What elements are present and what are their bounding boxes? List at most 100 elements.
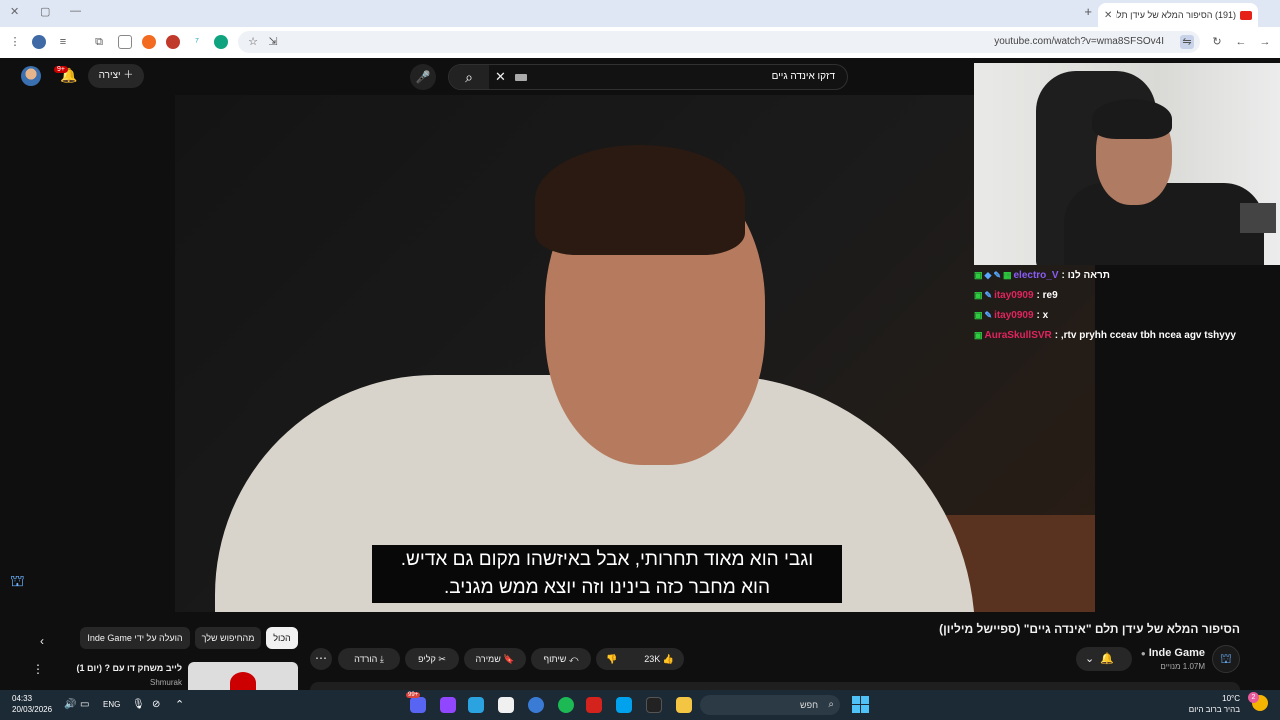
download-label: הורדה [354,654,378,664]
spotify-icon[interactable] [558,697,574,713]
new-tab-button[interactable]: + [1084,4,1092,19]
plus-icon: ＋ [123,70,134,81]
window-restore-icon[interactable]: ▢ [40,5,50,18]
search-box[interactable]: ⌕ ✕ דזקו אינדה גיים [448,64,848,90]
terminal-icon[interactable] [646,697,662,713]
avatar[interactable] [21,66,41,86]
chat-badge-icon: ▦ [1002,269,1012,280]
recommendation-thumbnail[interactable] [188,662,298,690]
channel-name[interactable]: ● Inde Game [1141,647,1205,659]
video-player[interactable]: וגבי הוא מאוד תחרותי, אבל באיזשהו מקום ג… [175,95,1095,612]
url-text[interactable]: youtube.com/watch?v=wma8SFSOv4I [994,36,1164,47]
like-button[interactable]: 👍 23K [644,648,674,670]
language-indicator[interactable]: ENG [103,700,120,709]
profile-icon[interactable] [32,35,46,49]
description-box[interactable] [310,682,1240,690]
bookmark-star-icon[interactable]: ☆ [246,35,260,49]
clip-button[interactable]: ✂ קליפ [405,648,459,670]
extension-teal-icon[interactable]: ⁷ [190,35,204,49]
window-minimize-icon[interactable]: — [70,5,81,17]
chrome-icon[interactable] [528,697,544,713]
telegram-icon[interactable] [468,697,484,713]
subscribed-button[interactable]: ⌄ 🔔 [1076,647,1132,671]
chat-badge-icon: ▣ [974,269,983,280]
taskbar-search-placeholder: חפש [800,700,818,710]
chip-uploaded-by[interactable]: הועלה על ידי Inde Game [80,627,190,649]
microphone-icon[interactable]: 🎙 [132,699,145,710]
app-badge: 99+ [406,692,421,698]
extension-chatgpt-icon[interactable] [214,35,228,49]
bookmark-icon: 🔖 [503,654,515,664]
youtube-favicon-icon [1240,10,1252,20]
clear-search-icon[interactable]: ✕ [495,69,506,85]
extension-orange-icon[interactable] [142,35,156,49]
tab-search-icon[interactable]: ≡ [56,35,70,49]
chat-username: itay0909 [994,309,1034,321]
back-icon[interactable]: ← [1234,35,1248,49]
search-input[interactable]: דזקו אינדה גיים [772,71,835,82]
reload-icon[interactable]: ↻ [1210,35,1224,49]
like-count: 23K [644,654,661,664]
cast-icon[interactable]: ⇲ [266,35,280,49]
chat-text: x [1042,309,1049,321]
chat-text: re9 [1042,289,1058,301]
chip-from-search[interactable]: מהחיפוש שלך [195,627,261,649]
tray-chevron-icon[interactable]: ⌃ [175,698,184,711]
extension-screen-icon[interactable] [118,35,132,49]
start-button[interactable] [852,696,869,713]
store-icon[interactable] [498,697,514,713]
more-actions-icon[interactable]: ⋯ [310,648,332,670]
search-icon: ⌕ [828,699,834,710]
save-button[interactable]: 🔖 שמירה [464,648,526,670]
keyboard-icon[interactable] [515,74,527,81]
search-button[interactable]: ⌕ [449,65,489,89]
forward-icon[interactable]: → [1258,35,1272,49]
channel-avatar[interactable]: ⛫ [1212,645,1240,673]
display-icon[interactable]: ▭ [80,699,89,710]
video-subtitles: וגבי הוא מאוד תחרותי, אבל באיזשהו מקום ג… [372,545,842,603]
volume-icon[interactable]: 🔊 [64,699,76,710]
network-off-icon[interactable]: ⊘ [152,699,160,710]
share-button[interactable]: ⤺ שיתוף [531,648,591,670]
inde-game-logo-icon: ⛫ [10,573,25,590]
clock[interactable]: 04:33 20/03/2026 [12,693,52,715]
game-app-icon[interactable] [586,697,602,713]
taskbar-search[interactable]: ⌕ חפש [700,695,840,715]
chevron-down-icon: ⌄ [1085,653,1095,665]
share-icon: ⤺ [568,654,579,664]
chat-badge-icon: ▣ [974,329,983,340]
weather-text: בהיר ברוב היום [1188,705,1240,714]
subscriber-count: 1.07M מנויים [1160,662,1205,671]
chip-scroll-chevron-icon[interactable]: ‹ [40,634,44,648]
chat-badge-icon: ✎ [984,309,993,320]
create-button[interactable]: יצירה ＋ [88,64,144,88]
tab-close-icon[interactable]: ✕ [1104,10,1112,21]
download-button[interactable]: ⤓ הורדה [338,648,400,670]
chat-badge-icon: ✎ [984,289,993,300]
address-bar[interactable]: ☆ ⇲ youtube.com/watch?v=wma8SFSOv4I ⇋ [238,31,1200,53]
grid-app-icon[interactable] [616,697,632,713]
chip-all[interactable]: הכול [266,627,298,649]
voice-search-icon[interactable]: 🎤 [410,64,436,90]
window-close-icon[interactable]: ✕ [10,5,19,18]
chat-badge-icon: ✎ [993,269,1001,280]
recommendation-title[interactable]: לייב משחק דו עם ? (יום 1) [77,663,182,673]
browser-tab-youtube[interactable]: (191) הסיפור המלא של עידן תלם ✕ [1098,3,1258,27]
file-explorer-icon[interactable] [676,697,692,713]
scissors-icon: ✂ [438,654,446,664]
browser-menu-icon[interactable]: ⋮ [8,35,22,49]
notifications-badge: 9+ [54,66,68,73]
extension-red-icon[interactable] [166,35,180,49]
recommendation-menu-icon[interactable]: ⋮ [32,662,44,676]
twitch-icon[interactable] [440,697,456,713]
site-settings-icon[interactable]: ⇋ [1180,35,1194,49]
search-icon: ⌕ [465,69,473,85]
weather-widget[interactable]: 10°C בהיר ברוב היום [1189,693,1240,715]
video-title: הסיפור המלא של עידן תלם "אינדה גיים" (ספ… [939,622,1240,636]
extensions-icon[interactable]: ⧉ [92,35,106,49]
bell-icon: 🔔 [1100,653,1115,665]
discord-icon[interactable] [410,697,426,713]
recommendation-channel[interactable]: Shmurak [150,678,182,687]
youtube-page: 🔔 9+ יצירה ＋ 🎤 ⌕ ✕ דזקו אינדה גיים וגבי … [0,58,1280,690]
dislike-button[interactable]: 👎 [606,648,617,670]
